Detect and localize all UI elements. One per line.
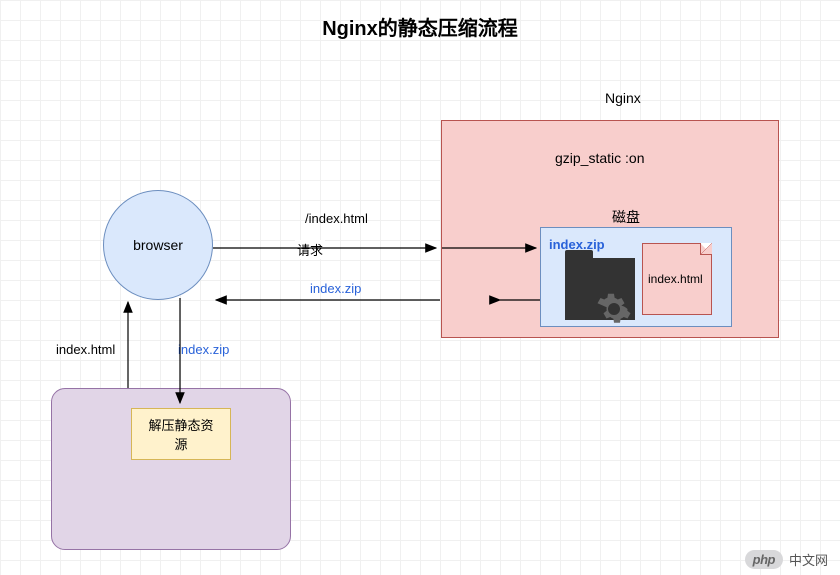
disk-label: 磁盘 — [612, 207, 640, 227]
diagram-title: Nginx的静态压缩流程 — [0, 12, 840, 41]
decompress-box: 解压静态资 源 — [131, 408, 231, 460]
gear-icon — [596, 291, 632, 327]
watermark-badge: php — [745, 550, 783, 569]
decompress-label: 解压静态资 源 — [148, 415, 213, 453]
watermark-text: 中文网 — [789, 550, 828, 569]
html-file-label: index.html — [648, 272, 703, 286]
browser-node: browser — [103, 190, 213, 300]
file-fold-inner — [700, 243, 712, 255]
to-decompress-label: index.zip — [178, 342, 229, 357]
nginx-label: Nginx — [605, 90, 641, 106]
browser-label: browser — [133, 237, 183, 253]
request-path-label: /index.html — [305, 211, 368, 226]
zip-file-label: index.zip — [549, 237, 605, 252]
from-decompress-label: index.html — [56, 342, 115, 357]
response-label: index.zip — [310, 281, 361, 296]
request-cn-label: 请求 — [295, 240, 325, 259]
watermark: php 中文网 — [745, 550, 828, 569]
gzip-config-label: gzip_static :on — [555, 150, 645, 166]
